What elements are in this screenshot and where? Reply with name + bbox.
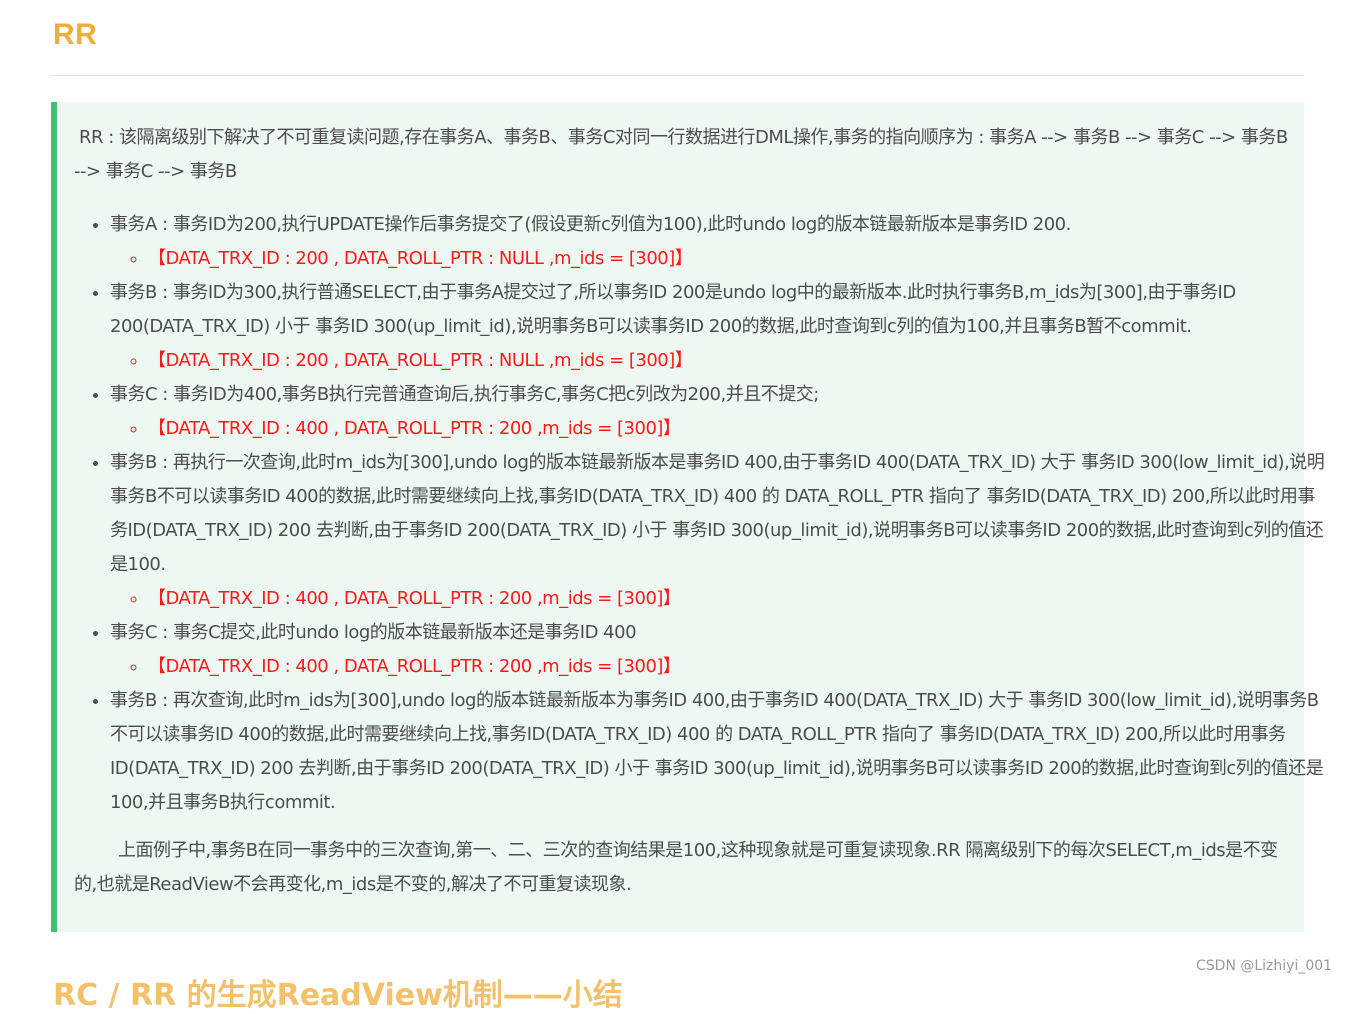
list-item-text: 事务A : 事务ID为200,执行UPDATE操作后事务提交了(假设更新c列值为…	[110, 214, 1071, 235]
list-item-text: 事务C : 事务C提交,此时undo log的版本链最新版本还是事务ID 400	[110, 622, 637, 643]
list-item-text: 事务B : 再执行一次查询,此时m_ids为[300],undo log的版本链…	[110, 452, 1325, 575]
list-item-text: 事务B : 事务ID为300,执行普通SELECT,由于事务A提交过了,所以事务…	[110, 282, 1236, 337]
watermark: CSDN @Lizhiyi_001	[1196, 958, 1333, 974]
version-note: 【DATA_TRX_ID : 200 , DATA_ROLL_PTR : NUL…	[148, 242, 1325, 276]
list-item: 事务B : 事务ID为300,执行普通SELECT,由于事务A提交过了,所以事务…	[110, 276, 1325, 378]
version-note: 【DATA_TRX_ID : 200 , DATA_ROLL_PTR : NUL…	[148, 344, 1325, 378]
heading-divider	[51, 75, 1304, 76]
intro-paragraph: RR : 该隔离级别下解决了不可重复读问题,存在事务A、事务B、事务C对同一行数…	[74, 127, 1288, 182]
list-item: 事务A : 事务ID为200,执行UPDATE操作后事务提交了(假设更新c列值为…	[110, 208, 1325, 276]
summary-paragraph: 上面例子中,事务B在同一事务中的三次查询,第一、二、三次的查询结果是100,这种…	[74, 840, 1278, 895]
transaction-steps-list: 事务A : 事务ID为200,执行UPDATE操作后事务提交了(假设更新c列值为…	[74, 208, 1325, 820]
next-section-heading: RC / RR 的生成ReadView机制——小结	[53, 978, 623, 1013]
list-item: 事务B : 再次查询,此时m_ids为[300],undo log的版本链最新版…	[110, 684, 1325, 820]
list-item: 事务C : 事务C提交,此时undo log的版本链最新版本还是事务ID 400…	[110, 616, 1325, 684]
section-heading: RR	[53, 18, 98, 51]
list-item-text: 事务C : 事务ID为400,事务B执行完普通查询后,执行事务C,事务C把c列改…	[110, 384, 819, 405]
list-item: 事务B : 再执行一次查询,此时m_ids为[300],undo log的版本链…	[110, 446, 1325, 616]
list-item-text: 事务B : 再次查询,此时m_ids为[300],undo log的版本链最新版…	[110, 690, 1324, 813]
version-note: 【DATA_TRX_ID : 400 , DATA_ROLL_PTR : 200…	[148, 650, 1325, 684]
version-note: 【DATA_TRX_ID : 400 , DATA_ROLL_PTR : 200…	[148, 582, 1325, 616]
version-note: 【DATA_TRX_ID : 400 , DATA_ROLL_PTR : 200…	[148, 412, 1325, 446]
list-item: 事务C : 事务ID为400,事务B执行完普通查询后,执行事务C,事务C把c列改…	[110, 378, 1325, 446]
